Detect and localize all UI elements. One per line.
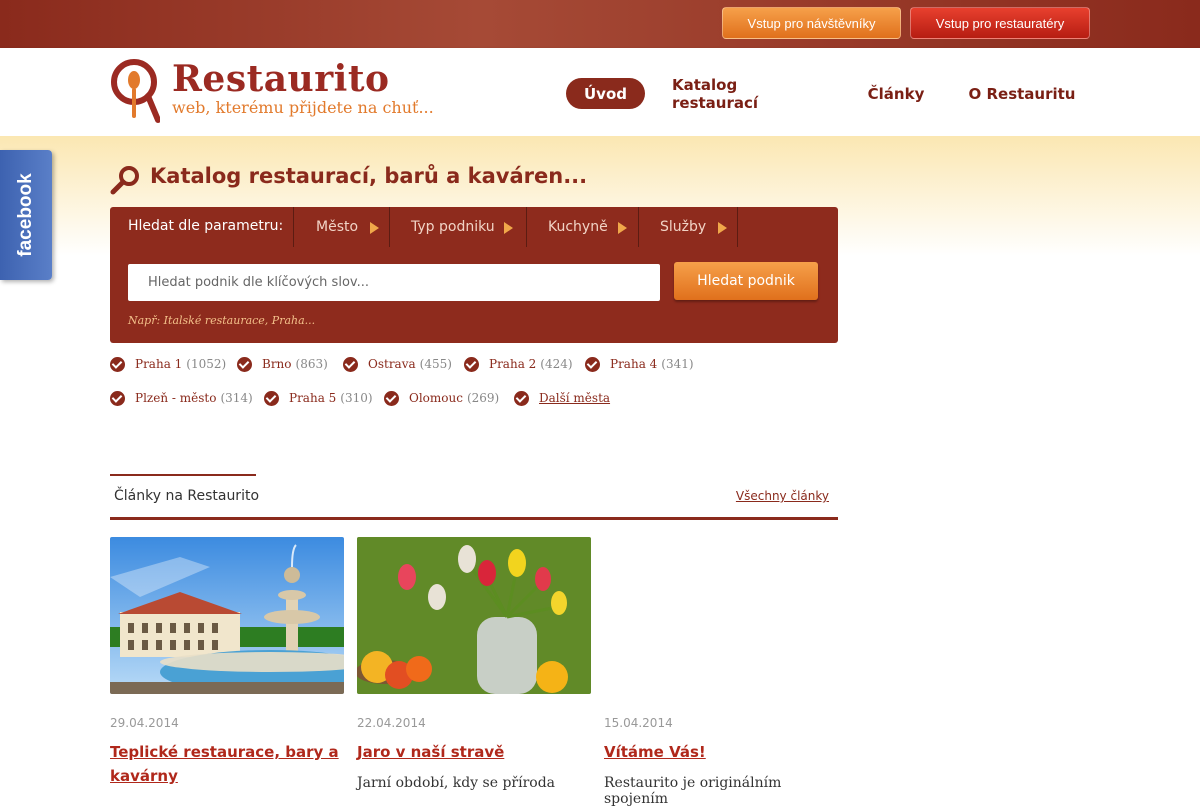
- facebook-label: facebook: [15, 173, 36, 257]
- city-count: (863): [295, 357, 328, 371]
- city-name: Plzeň - město: [135, 391, 217, 405]
- city-name: Praha 4: [610, 357, 658, 371]
- article-excerpt: Restaurito je originálním spojením: [604, 775, 782, 807]
- article-image-tulips[interactable]: [357, 537, 591, 694]
- catalog-heading: Katalog restaurací, barů a kaváren...: [150, 164, 588, 188]
- city-link[interactable]: Ostrava (455): [343, 354, 452, 374]
- check-icon: [585, 356, 600, 372]
- check-icon: [514, 390, 529, 406]
- filter-type-label: Typ podniku: [411, 219, 495, 235]
- check-icon: [237, 356, 252, 372]
- top-bar: Vstup pro návštěvníky Vstup pro restaura…: [0, 0, 1200, 48]
- city-name: Praha 1: [135, 357, 183, 371]
- nav-home[interactable]: Úvod: [566, 78, 645, 109]
- dropdown-arrow-icon: [504, 222, 513, 234]
- search-button[interactable]: Hledat podnik: [674, 262, 818, 300]
- filter-services[interactable]: Služby: [638, 207, 738, 247]
- article-image-fountain[interactable]: [110, 537, 344, 694]
- check-icon: [110, 356, 125, 372]
- city-link[interactable]: Praha 1 (1052): [110, 354, 226, 374]
- filter-type[interactable]: Typ podniku: [389, 207, 526, 247]
- article-title[interactable]: Teplické restaurace, bary a kavárny: [110, 740, 340, 788]
- articles-header: Články na Restaurito Všechny články: [110, 474, 838, 520]
- city-link[interactable]: Praha 5 (310): [264, 388, 373, 408]
- logo-icon[interactable]: [110, 58, 160, 124]
- filter-city-label: Město: [316, 219, 359, 235]
- search-hint: Např: Italské restaurace, Praha...: [128, 314, 316, 327]
- magnifier-icon: [110, 166, 139, 195]
- nav-catalog[interactable]: Katalog restaurací: [672, 76, 824, 112]
- check-icon: [264, 390, 279, 406]
- visitor-login-button[interactable]: Vstup pro návštěvníky: [722, 7, 901, 39]
- city-count: (1052): [186, 357, 227, 371]
- more-cities-link[interactable]: Další města: [514, 388, 610, 408]
- city-count: (310): [340, 391, 373, 405]
- search-input[interactable]: Hledat podnik dle klíčových slov...: [128, 264, 660, 301]
- article-card: 15.04.2014 Vítáme Vás! Restaurito je ori…: [604, 537, 838, 807]
- city-name: Ostrava: [368, 357, 416, 371]
- city-link[interactable]: Plzeň - město (314): [110, 388, 253, 408]
- article-excerpt: Jarní období, kdy se příroda: [357, 775, 556, 791]
- article-card: 22.04.2014 Jaro v naší stravě Jarní obdo…: [357, 537, 591, 791]
- city-count: (314): [220, 391, 253, 405]
- article-date: 29.04.2014: [110, 716, 179, 730]
- city-name: Olomouc: [409, 391, 463, 405]
- article-image-placeholder[interactable]: [604, 537, 838, 694]
- article-title[interactable]: Jaro v naší stravě: [357, 740, 587, 764]
- city-link[interactable]: Praha 4 (341): [585, 354, 694, 374]
- article-date: 15.04.2014: [604, 716, 673, 730]
- check-icon: [464, 356, 479, 372]
- more-cities-label[interactable]: Další města: [539, 391, 610, 405]
- city-link[interactable]: Olomouc (269): [384, 388, 499, 408]
- city-name: Praha 5: [289, 391, 337, 405]
- check-icon: [384, 390, 399, 406]
- dropdown-arrow-icon: [618, 222, 627, 234]
- all-articles-link[interactable]: Všechny články: [736, 489, 829, 503]
- city-link[interactable]: Brno (863): [237, 354, 328, 374]
- city-name: Praha 2: [489, 357, 537, 371]
- check-icon: [110, 390, 125, 406]
- city-name: Brno: [262, 357, 292, 371]
- article-date: 22.04.2014: [357, 716, 426, 730]
- filter-label: Hledat dle parametru:: [128, 218, 284, 234]
- restaurateur-login-button[interactable]: Vstup pro restauratéry: [910, 7, 1090, 39]
- header: Restaurito web, kterému přijdete na chuť…: [0, 48, 1200, 136]
- logo-title[interactable]: Restaurito: [172, 58, 390, 100]
- city-link[interactable]: Praha 2 (424): [464, 354, 573, 374]
- check-icon: [343, 356, 358, 372]
- search-panel: Hledat dle parametru: Město Typ podniku …: [110, 207, 838, 343]
- logo-subtitle: web, kterému přijdete na chuť...: [172, 98, 434, 117]
- filter-cuisine[interactable]: Kuchyně: [526, 207, 638, 247]
- articles-tab-line: [110, 474, 256, 476]
- city-count: (269): [466, 391, 500, 405]
- nav-about[interactable]: O Restauritu: [968, 78, 1076, 109]
- city-count: (455): [419, 357, 452, 371]
- city-count: (341): [661, 357, 694, 371]
- article-card: 29.04.2014 Teplické restaurace, bary a k…: [110, 537, 344, 785]
- filter-city[interactable]: Město: [293, 207, 389, 247]
- nav-articles[interactable]: Články: [860, 78, 932, 109]
- dropdown-arrow-icon: [370, 222, 379, 234]
- dropdown-arrow-icon: [718, 222, 727, 234]
- filter-services-label: Služby: [660, 219, 707, 235]
- articles-section-title: Články na Restaurito: [114, 488, 260, 504]
- article-title[interactable]: Vítáme Vás!: [604, 740, 834, 764]
- city-count: (424): [540, 357, 573, 371]
- filter-cuisine-label: Kuchyně: [548, 219, 608, 235]
- facebook-tab[interactable]: facebook: [0, 150, 52, 280]
